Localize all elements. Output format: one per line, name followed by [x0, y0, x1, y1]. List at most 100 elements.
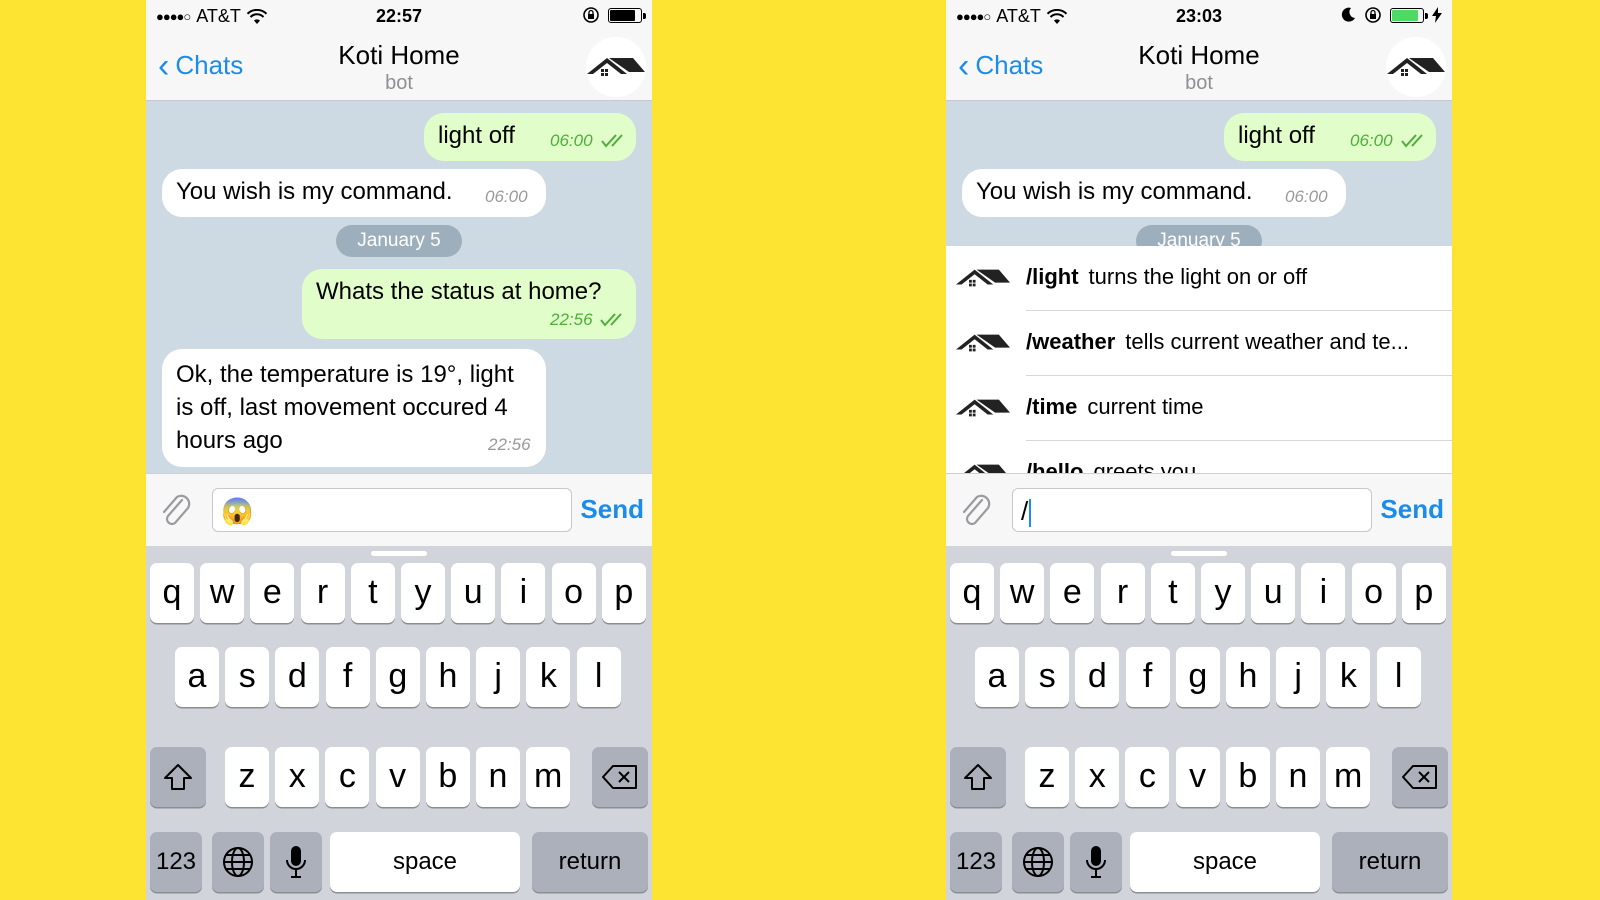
key-z[interactable]: z	[1025, 747, 1069, 807]
key-o[interactable]: o	[551, 563, 596, 623]
numbers-key[interactable]: 123	[950, 832, 1002, 892]
key-i[interactable]: i	[1301, 563, 1346, 623]
keyboard-handle[interactable]	[371, 551, 427, 556]
message-incoming[interactable]: Ok, the temperature is 19°, light is off…	[162, 349, 546, 467]
key-x[interactable]: x	[275, 747, 320, 807]
key-n[interactable]: n	[1276, 747, 1320, 807]
key-f[interactable]: f	[325, 647, 370, 707]
key-f[interactable]: f	[1125, 647, 1170, 707]
message-input[interactable]: 😱	[212, 488, 572, 532]
delete-key[interactable]	[1392, 747, 1448, 807]
key-v[interactable]: v	[1175, 747, 1220, 807]
send-button[interactable]: Send	[1380, 494, 1444, 525]
send-button[interactable]: Send	[580, 494, 644, 525]
key-g[interactable]: g	[1175, 647, 1220, 707]
key-a[interactable]: a	[175, 647, 219, 707]
key-y[interactable]: y	[401, 563, 445, 623]
key-e[interactable]: e	[1050, 563, 1095, 623]
keyboard-handle[interactable]	[1171, 551, 1227, 556]
key-q[interactable]: q	[150, 563, 194, 623]
house-roof-icon	[956, 269, 1010, 287]
key-y[interactable]: y	[1201, 563, 1245, 623]
bot-command-suggestions: /light turns the light on or off /weather…	[946, 246, 1452, 473]
key-h[interactable]: h	[1226, 647, 1270, 707]
message-outgoing[interactable]: Whats the status at home? 22:56	[302, 269, 636, 339]
key-e[interactable]: e	[250, 563, 295, 623]
bot-avatar[interactable]	[586, 37, 646, 97]
message-outgoing[interactable]: light off 06:00	[424, 113, 636, 161]
shift-key[interactable]	[150, 747, 206, 807]
return-key[interactable]: return	[532, 832, 648, 892]
key-d[interactable]: d	[1075, 647, 1120, 707]
key-s[interactable]: s	[225, 647, 270, 707]
key-c[interactable]: c	[1125, 747, 1170, 807]
numbers-key[interactable]: 123	[150, 832, 202, 892]
key-u[interactable]: u	[1251, 563, 1296, 623]
key-z[interactable]: z	[225, 747, 269, 807]
date-separator: January 5	[336, 225, 462, 257]
command-suggestion-time[interactable]: /time current time	[946, 376, 1452, 441]
key-w[interactable]: w	[1000, 563, 1045, 623]
key-b[interactable]: b	[1225, 747, 1270, 807]
command-suggestion-light[interactable]: /light turns the light on or off	[946, 246, 1452, 311]
phone-screen-left: ●●●●○ AT&T 22:57 ‹ Chats Koti Home bot l…	[146, 0, 652, 900]
key-p[interactable]: p	[601, 563, 646, 623]
chat-title[interactable]: Koti Home	[946, 40, 1452, 71]
key-p[interactable]: p	[1401, 563, 1446, 623]
command-description: turns the light on or off	[1088, 264, 1308, 289]
key-i[interactable]: i	[501, 563, 546, 623]
shift-key[interactable]	[950, 747, 1006, 807]
key-l[interactable]: l	[1376, 647, 1421, 707]
key-x[interactable]: x	[1075, 747, 1120, 807]
key-j[interactable]: j	[1276, 647, 1321, 707]
message-outgoing[interactable]: light off 06:00	[1224, 113, 1436, 161]
globe-key[interactable]	[212, 832, 264, 892]
key-r[interactable]: r	[300, 563, 345, 623]
dictation-key[interactable]	[1070, 832, 1122, 892]
message-text: Whats the status at home?	[316, 278, 602, 305]
bot-avatar[interactable]	[1386, 37, 1446, 97]
key-h[interactable]: h	[426, 647, 470, 707]
key-u[interactable]: u	[451, 563, 496, 623]
key-c[interactable]: c	[325, 747, 370, 807]
key-r[interactable]: r	[1100, 563, 1145, 623]
space-key[interactable]: space	[330, 832, 520, 892]
dictation-key[interactable]	[270, 832, 322, 892]
paperclip-icon[interactable]	[958, 490, 992, 528]
key-t[interactable]: t	[350, 563, 395, 623]
command-name: /weather	[1026, 329, 1116, 354]
paperclip-icon[interactable]	[158, 490, 192, 528]
space-key[interactable]: space	[1130, 832, 1320, 892]
message-incoming[interactable]: You wish is my command. 06:00	[962, 169, 1346, 217]
key-v[interactable]: v	[375, 747, 420, 807]
key-n[interactable]: n	[476, 747, 520, 807]
key-l[interactable]: l	[576, 647, 621, 707]
key-q[interactable]: q	[950, 563, 994, 623]
key-j[interactable]: j	[476, 647, 521, 707]
key-w[interactable]: w	[200, 563, 245, 623]
message-input[interactable]: /	[1012, 488, 1372, 532]
key-k[interactable]: k	[526, 647, 571, 707]
house-roof-icon	[956, 334, 1010, 352]
microphone-icon	[1086, 846, 1106, 878]
key-m[interactable]: m	[1326, 747, 1371, 807]
key-o[interactable]: o	[1351, 563, 1396, 623]
key-t[interactable]: t	[1150, 563, 1195, 623]
on-screen-keyboard: qwertyuiop asdfghjkl zxcvbnm 123 space ret…	[946, 546, 1452, 900]
delete-key[interactable]	[592, 747, 648, 807]
key-m[interactable]: m	[526, 747, 571, 807]
message-incoming[interactable]: You wish is my command. 06:00	[162, 169, 546, 217]
house-roof-icon	[1387, 58, 1445, 76]
key-g[interactable]: g	[375, 647, 420, 707]
command-suggestion-weather[interactable]: /weather tells current weather and te...	[946, 311, 1452, 376]
key-k[interactable]: k	[1326, 647, 1371, 707]
key-a[interactable]: a	[975, 647, 1019, 707]
globe-key[interactable]	[1012, 832, 1064, 892]
chat-title[interactable]: Koti Home	[146, 40, 652, 71]
key-s[interactable]: s	[1025, 647, 1070, 707]
key-b[interactable]: b	[425, 747, 470, 807]
key-d[interactable]: d	[275, 647, 320, 707]
return-key[interactable]: return	[1332, 832, 1448, 892]
command-suggestion-hello[interactable]: /hello greets you	[946, 441, 1452, 473]
chat-history[interactable]: light off 06:00 You wish is my command. …	[146, 101, 652, 473]
